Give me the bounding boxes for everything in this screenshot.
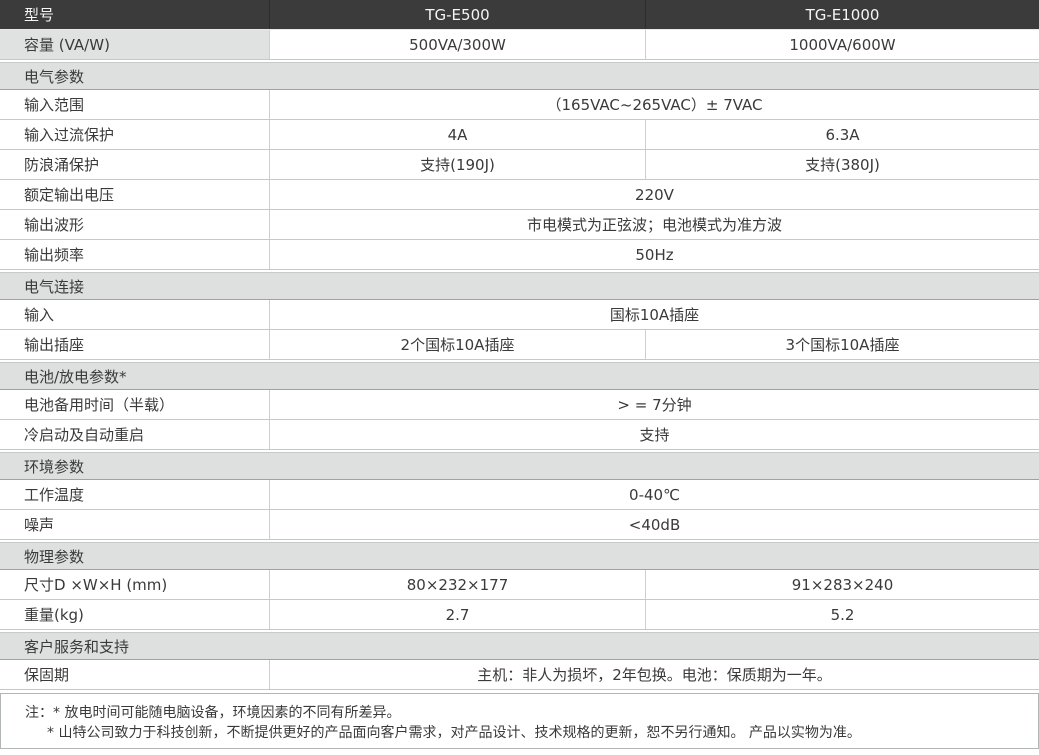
row-value: （165VAC~265VAC）± 7VAC [270, 90, 1039, 119]
row-label: 电池备用时间（半载） [0, 390, 270, 419]
section-physical-params: 物理参数 [0, 542, 1039, 570]
row-value-1: 80×232×177 [270, 570, 646, 599]
row-label: 输入 [0, 300, 270, 329]
footnote-line-2: * 山特公司致力于科技创新，不断提供更好的产品面向客户需求，对产品设计、技术规格… [25, 723, 1026, 743]
row-value: > = 7分钟 [270, 390, 1039, 419]
table-row-warranty: 保固期 主机：非人为损坏，2年包换。电池：保质期为一年。 [0, 660, 1039, 690]
row-value-2: 支持(380J) [646, 150, 1039, 179]
row-value: 0-40℃ [270, 480, 1039, 509]
table-row-dimensions: 尺寸D ×W×H (mm) 80×232×177 91×283×240 [0, 570, 1039, 600]
row-label: 输入过流保护 [0, 120, 270, 149]
row-value: 220V [270, 180, 1039, 209]
row-label: 容量 (VA/W) [0, 30, 270, 59]
section-electrical-params: 电气参数 [0, 62, 1039, 90]
section-electrical-connection: 电气连接 [0, 272, 1039, 300]
table-row-input-range: 输入范围 （165VAC~265VAC）± 7VAC [0, 90, 1039, 120]
row-label: 保固期 [0, 660, 270, 689]
row-label: 冷启动及自动重启 [0, 420, 270, 449]
table-row-rated-output-voltage: 额定输出电压 220V [0, 180, 1039, 210]
table-row-operating-temperature: 工作温度 0-40℃ [0, 480, 1039, 510]
row-value-2: 1000VA/600W [646, 30, 1039, 59]
footnote-line-1: 注：* 放电时间可能随电脑设备，环境因素的不同有所差异。 [25, 703, 1026, 723]
table-row-weight: 重量(kg) 2.7 5.2 [0, 600, 1039, 630]
row-value: <40dB [270, 510, 1039, 539]
row-value-2: 6.3A [646, 120, 1039, 149]
row-value: 国标10A插座 [270, 300, 1039, 329]
header-model-label: 型号 [0, 0, 270, 29]
row-label: 防浪涌保护 [0, 150, 270, 179]
row-value-2: 3个国标10A插座 [646, 330, 1039, 359]
table-row-output-waveform: 输出波形 市电模式为正弦波；电池模式为准方波 [0, 210, 1039, 240]
row-value-1: 2.7 [270, 600, 646, 629]
row-label: 输出波形 [0, 210, 270, 239]
row-value-2: 91×283×240 [646, 570, 1039, 599]
row-label: 额定输出电压 [0, 180, 270, 209]
table-row-output-sockets: 输出插座 2个国标10A插座 3个国标10A插座 [0, 330, 1039, 360]
table-row-input: 输入 国标10A插座 [0, 300, 1039, 330]
row-value-1: 500VA/300W [270, 30, 646, 59]
table-header-row: 型号 TG-E500 TG-E1000 [0, 0, 1039, 30]
row-label: 工作温度 [0, 480, 270, 509]
row-label: 重量(kg) [0, 600, 270, 629]
table-row-noise: 噪声 <40dB [0, 510, 1039, 540]
table-row-output-frequency: 输出频率 50Hz [0, 240, 1039, 270]
footnotes: 注：* 放电时间可能随电脑设备，环境因素的不同有所差异。 * 山特公司致力于科技… [0, 693, 1039, 749]
table-row-surge-protection: 防浪涌保护 支持(190J) 支持(380J) [0, 150, 1039, 180]
header-model-tg-e1000: TG-E1000 [646, 0, 1039, 29]
row-label: 噪声 [0, 510, 270, 539]
row-value-1: 4A [270, 120, 646, 149]
row-value-2: 5.2 [646, 600, 1039, 629]
section-environment-params: 环境参数 [0, 452, 1039, 480]
row-value-1: 2个国标10A插座 [270, 330, 646, 359]
row-value: 50Hz [270, 240, 1039, 269]
row-value: 市电模式为正弦波；电池模式为准方波 [270, 210, 1039, 239]
row-label: 输出频率 [0, 240, 270, 269]
section-customer-service: 客户服务和支持 [0, 632, 1039, 660]
row-label: 尺寸D ×W×H (mm) [0, 570, 270, 599]
row-label: 输出插座 [0, 330, 270, 359]
row-value: 支持 [270, 420, 1039, 449]
table-row-input-overcurrent: 输入过流保护 4A 6.3A [0, 120, 1039, 150]
table-row-capacity: 容量 (VA/W) 500VA/300W 1000VA/600W [0, 30, 1039, 60]
section-battery-discharge-params: 电池/放电参数* [0, 362, 1039, 390]
table-row-cold-start: 冷启动及自动重启 支持 [0, 420, 1039, 450]
spec-table: 型号 TG-E500 TG-E1000 容量 (VA/W) 500VA/300W… [0, 0, 1039, 749]
header-model-tg-e500: TG-E500 [270, 0, 646, 29]
row-label: 输入范围 [0, 90, 270, 119]
row-value-1: 支持(190J) [270, 150, 646, 179]
row-value: 主机：非人为损坏，2年包换。电池：保质期为一年。 [270, 660, 1039, 689]
table-row-battery-backup-time: 电池备用时间（半载） > = 7分钟 [0, 390, 1039, 420]
